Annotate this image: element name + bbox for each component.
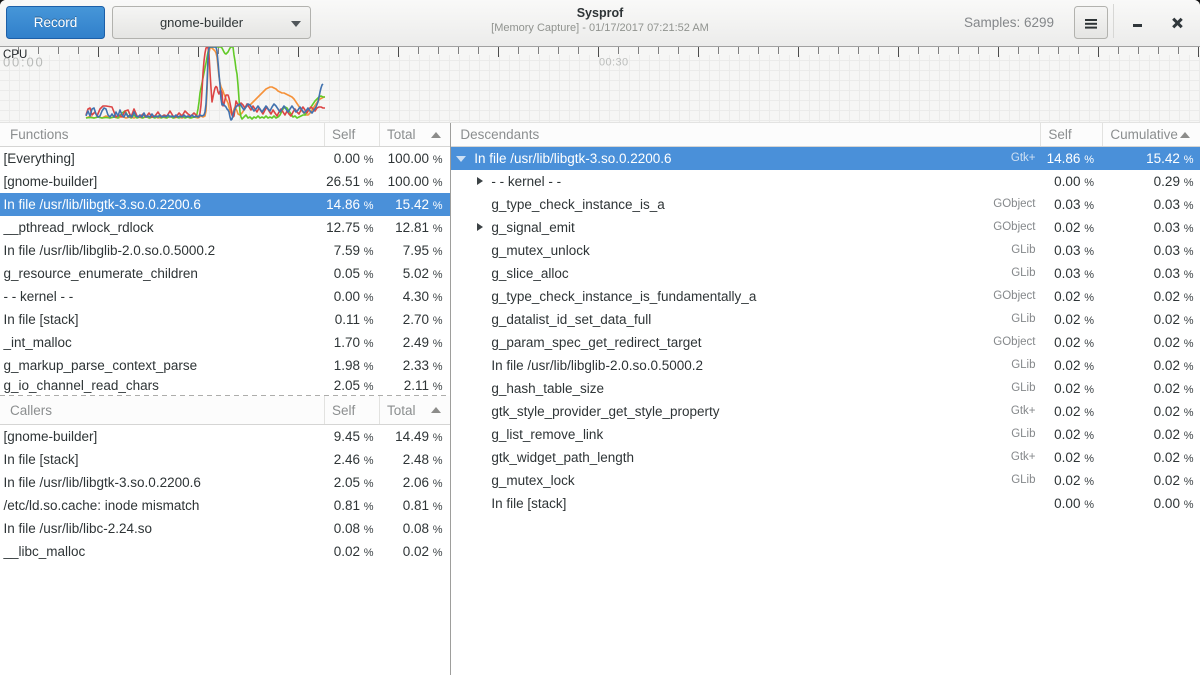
svg-text:00:30: 00:30 bbox=[599, 57, 629, 69]
svg-text:00:00: 00:00 bbox=[3, 55, 45, 70]
